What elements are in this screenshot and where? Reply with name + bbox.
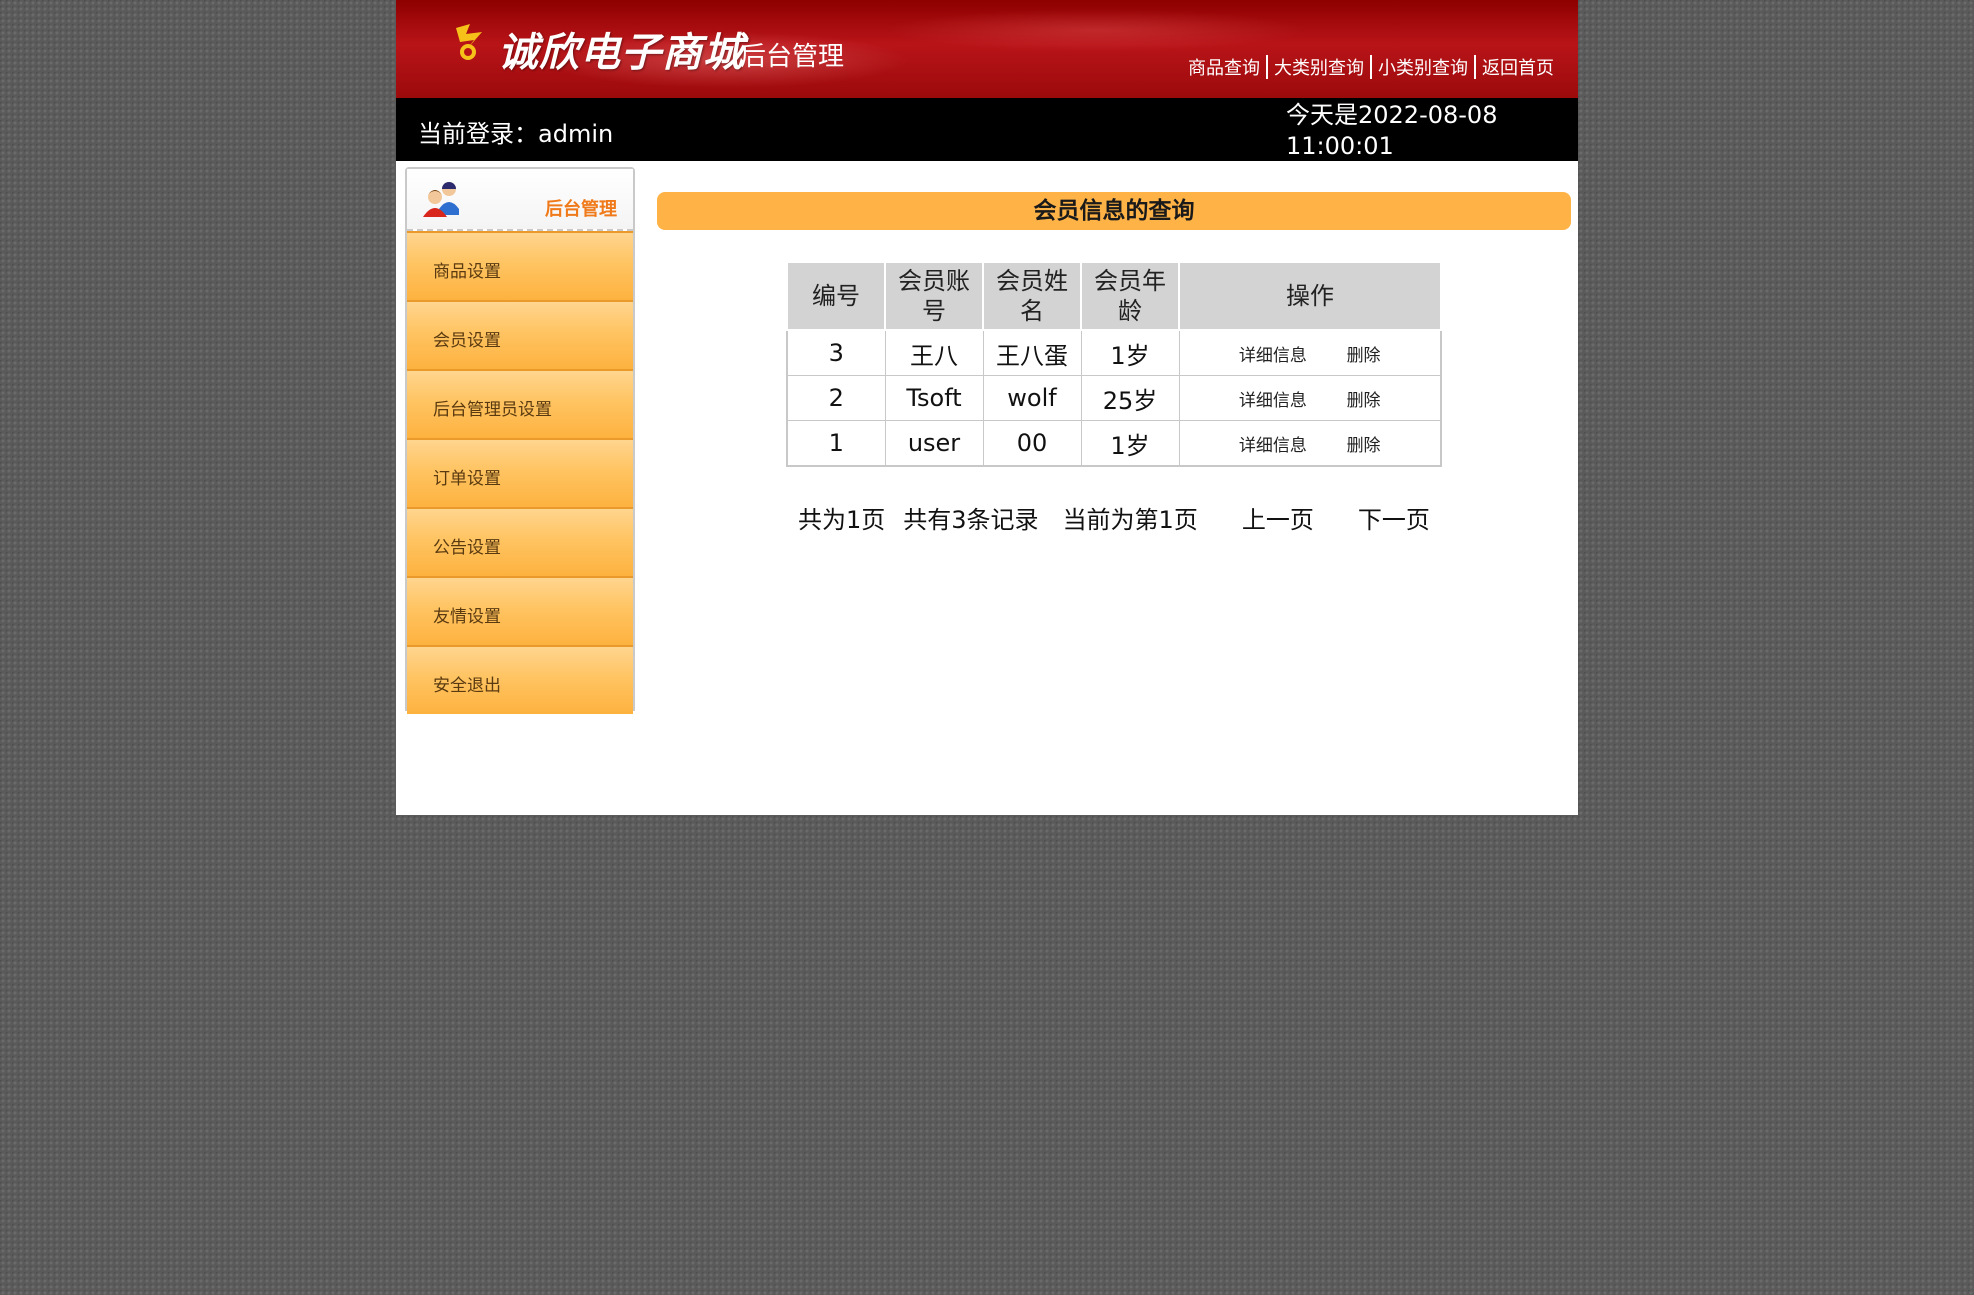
sidebar-item-label: 商品设置 (433, 262, 501, 282)
detail-link[interactable]: 详细信息 (1239, 436, 1307, 456)
sidebar-item-product-settings[interactable]: 商品设置 (407, 231, 633, 300)
nav-home-link[interactable]: 返回首页 (1476, 54, 1560, 80)
sidebar-item-label: 订单设置 (433, 469, 501, 489)
cell-id: 3 (786, 329, 886, 376)
page-title: 会员信息的查询 (657, 192, 1571, 230)
column-header-id: 编号 (786, 261, 886, 331)
sidebar-title: 后台管理 (545, 199, 617, 220)
cell-age: 1岁 (1080, 420, 1180, 467)
cell-actions: 详细信息 删除 (1178, 329, 1442, 376)
cell-account: 王八 (884, 329, 984, 376)
sidebar-item-friend-link-settings[interactable]: 友情设置 (407, 576, 633, 645)
users-icon (423, 182, 459, 217)
time-line: 11:00:01 (1286, 132, 1394, 160)
detail-link[interactable]: 详细信息 (1239, 346, 1307, 366)
prev-page-link[interactable]: 上一页 (1242, 500, 1314, 535)
sidebar-item-label: 后台管理员设置 (433, 400, 552, 420)
cell-id: 1 (786, 420, 886, 467)
column-header-actions: 操作 (1178, 261, 1442, 331)
column-header-name: 会员姓名 (982, 261, 1082, 331)
sidebar-item-label: 公告设置 (433, 538, 501, 558)
current-login-label: 当前登录：admin (418, 120, 614, 148)
header-banner: 诚欣电子商城 后台管理 商品查询 大类别查询 小类别查询 返回首页 (396, 0, 1578, 98)
site-subtitle: 后台管理 (740, 42, 845, 72)
next-page-link[interactable]: 下一页 (1358, 500, 1430, 535)
sidebar-header: 后台管理 (407, 169, 633, 231)
cell-name: 王八蛋 (982, 329, 1082, 376)
detail-link[interactable]: 详细信息 (1239, 391, 1307, 411)
cell-age: 25岁 (1080, 375, 1180, 421)
column-header-account: 会员账号 (884, 261, 984, 331)
cell-name: 00 (982, 420, 1082, 467)
nav-minor-category-query[interactable]: 小类别查询 (1372, 54, 1474, 80)
cell-name: wolf (982, 375, 1082, 421)
sidebar-item-label: 会员设置 (433, 331, 501, 351)
site-name: 诚欣电子商城 (498, 30, 744, 76)
cell-age: 1岁 (1080, 329, 1180, 376)
sidebar-item-label: 安全退出 (433, 676, 501, 696)
delete-link[interactable]: 删除 (1347, 436, 1381, 456)
nav-product-query[interactable]: 商品查询 (1182, 54, 1266, 80)
table-row: 2 Tsoft wolf 25岁 详细信息 删除 (786, 375, 1442, 421)
total-records-text: 共有3条记录 (903, 506, 1039, 534)
cell-account: Tsoft (884, 375, 984, 421)
sidebar-item-order-settings[interactable]: 订单设置 (407, 438, 633, 507)
table-row: 3 王八 王八蛋 1岁 详细信息 删除 (786, 329, 1442, 376)
page-container: 诚欣电子商城 后台管理 商品查询 大类别查询 小类别查询 返回首页 当前登录：a… (396, 0, 1578, 815)
sidebar-item-label: 友情设置 (433, 607, 501, 627)
member-table: 编号 会员账号 会员姓名 会员年龄 操作 3 王八 王八蛋 1岁 详细信息 删除… (786, 261, 1442, 467)
cell-id: 2 (786, 375, 886, 421)
delete-link[interactable]: 删除 (1347, 391, 1381, 411)
delete-link[interactable]: 删除 (1347, 346, 1381, 366)
cell-actions: 详细信息 删除 (1178, 375, 1442, 421)
date-time-display: 今天是2022-08-08 11:00:01 (1286, 100, 1497, 162)
pagination: 共为1页 共有3条记录 当前为第1页 上一页 下一页 (798, 500, 1430, 535)
cell-account: user (884, 420, 984, 467)
info-bar: 当前登录：admin 今天是2022-08-08 11:00:01 (396, 98, 1578, 161)
sidebar-item-admin-settings[interactable]: 后台管理员设置 (407, 369, 633, 438)
table-header-row: 编号 会员账号 会员姓名 会员年龄 操作 (786, 261, 1442, 331)
top-nav: 商品查询 大类别查询 小类别查询 返回首页 (1182, 54, 1560, 80)
logo-icon (456, 24, 482, 60)
total-pages-text: 共为1页 (798, 506, 886, 534)
date-line: 今天是2022-08-08 (1286, 101, 1498, 129)
sidebar: 后台管理 商品设置 会员设置 后台管理员设置 订单设置 公告设置 友情设置 安全… (405, 167, 635, 714)
table-row: 1 user 00 1岁 详细信息 删除 (786, 420, 1442, 467)
sidebar-item-notice-settings[interactable]: 公告设置 (407, 507, 633, 576)
nav-major-category-query[interactable]: 大类别查询 (1268, 54, 1370, 80)
sidebar-item-member-settings[interactable]: 会员设置 (407, 300, 633, 369)
column-header-age: 会员年龄 (1080, 261, 1180, 331)
cell-actions: 详细信息 删除 (1178, 420, 1442, 467)
current-page-text: 当前为第1页 (1062, 506, 1198, 534)
sidebar-item-logout[interactable]: 安全退出 (407, 645, 633, 714)
